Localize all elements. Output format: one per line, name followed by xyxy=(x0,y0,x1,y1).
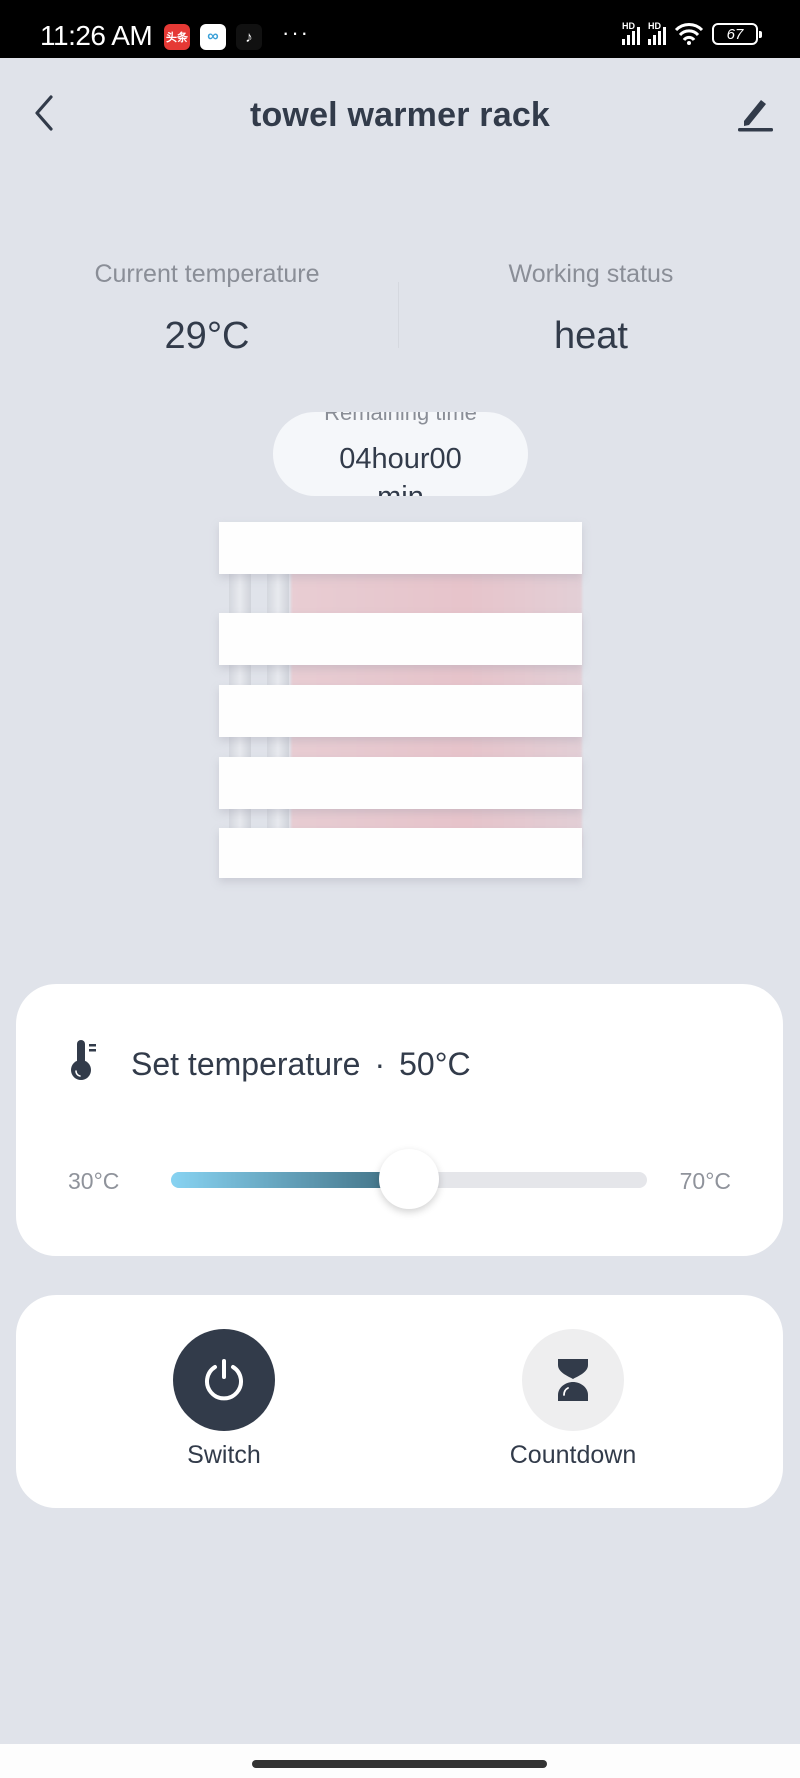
hourglass-icon xyxy=(558,1359,588,1401)
battery-level: 67 xyxy=(726,25,744,43)
power-icon xyxy=(205,1359,243,1401)
wifi-icon xyxy=(674,23,704,45)
actions-card: Switch Countdown xyxy=(16,1295,783,1508)
set-temperature-heading: Set temperature · 50°C xyxy=(131,1046,471,1083)
current-temperature: Current temperature 29°C xyxy=(7,260,407,358)
rack-bar xyxy=(219,613,582,665)
hd-label: HD xyxy=(622,21,635,31)
tiktok-app-icon: ♪ xyxy=(236,24,262,50)
rack-bar xyxy=(219,685,582,737)
status-summary: Current temperature 29°C Working status … xyxy=(0,260,800,370)
countdown-circle[interactable] xyxy=(522,1329,624,1431)
countdown-button[interactable]: Countdown xyxy=(473,1329,673,1470)
switch-button[interactable]: Switch xyxy=(124,1329,324,1470)
gesture-bar-area xyxy=(0,1744,800,1778)
remaining-time-label: Remaining time xyxy=(324,412,477,425)
current-temperature-label: Current temperature xyxy=(94,260,320,288)
separator-dot: · xyxy=(374,1046,386,1082)
set-temperature-card: Set temperature · 50°C 30°C 70°C xyxy=(16,984,783,1256)
slider-fill xyxy=(171,1172,409,1188)
signal-icon: HD xyxy=(648,21,666,45)
pencil-icon xyxy=(738,100,773,132)
temperature-slider[interactable] xyxy=(171,1149,647,1209)
status-time: 11:26 AM xyxy=(40,20,153,51)
set-temperature-label: Set temperature xyxy=(131,1046,361,1082)
edit-button[interactable] xyxy=(730,88,780,138)
page-title: towel warmer rack xyxy=(249,96,551,134)
rack-bar xyxy=(219,828,582,878)
current-temperature-value: 29°C xyxy=(164,315,250,357)
towel-rack-illustration xyxy=(219,522,582,878)
header: towel warmer rack xyxy=(0,58,800,174)
signal-icon: HD xyxy=(622,21,640,45)
set-temperature-value: 50°C xyxy=(399,1046,471,1082)
switch-label: Switch xyxy=(187,1441,261,1469)
remaining-time-value: 04hour00 min xyxy=(339,443,462,496)
hd-label: HD xyxy=(648,21,661,31)
battery-icon: 67 xyxy=(712,23,762,45)
rack-bar xyxy=(219,757,582,809)
slider-handle[interactable] xyxy=(379,1149,439,1209)
rack-bar xyxy=(219,522,582,574)
status-bar: 11:26 AM 头条 ∞ ♪ ··· HD HD 67 xyxy=(0,0,800,58)
working-status: Working status heat xyxy=(391,260,791,358)
remaining-time-pill: Remaining time 04hour00 min xyxy=(273,412,528,496)
baidu-netdisk-app-icon: ∞ xyxy=(200,24,226,50)
slider-max-label: 70°C xyxy=(679,1168,731,1194)
home-indicator[interactable] xyxy=(252,1760,547,1768)
switch-circle[interactable] xyxy=(173,1329,275,1431)
slider-min-label: 30°C xyxy=(68,1168,120,1194)
thermometer-icon xyxy=(71,1040,96,1080)
toutiao-app-icon: 头条 xyxy=(164,24,190,50)
working-status-label: Working status xyxy=(508,260,674,288)
working-status-value: heat xyxy=(554,315,628,357)
more-notifications-icon: ··· xyxy=(282,20,310,45)
countdown-label: Countdown xyxy=(509,1441,637,1469)
